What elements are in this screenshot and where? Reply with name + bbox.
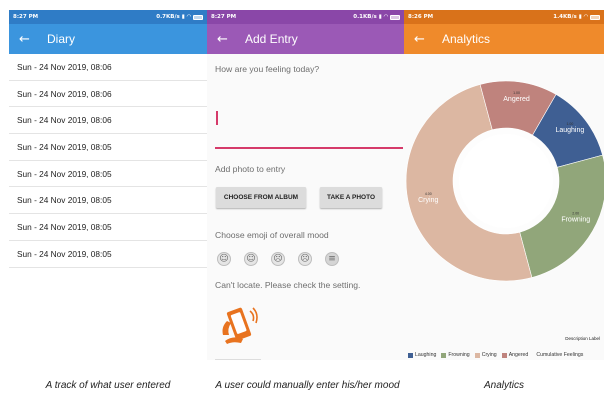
legend-item: Frowning [441, 352, 470, 358]
status-bar: 8:26 PM 1.4KB/s ▮ ◠ [404, 10, 604, 24]
add-photo-label: Add photo to entry [215, 164, 286, 174]
status-time: 8:26 PM [408, 14, 434, 20]
submit-button[interactable] [215, 359, 261, 360]
legend-title: Cumulative Feelings [536, 352, 584, 358]
donut-hole [459, 134, 553, 228]
analytics-caption: Analytics [483, 380, 524, 391]
back-arrow-icon[interactable]: ← [217, 32, 245, 47]
legend-item: Angered [501, 352, 528, 358]
mood-prompt: How are you feeling today? [215, 64, 320, 74]
diary-entry[interactable]: Sun - 24 Nov 2019, 08:05 [9, 187, 207, 215]
legend-item: Laughing [408, 352, 436, 358]
chart-description-label: Description Label [565, 336, 600, 341]
slice-value-label: 2.00 [572, 211, 579, 215]
battery-icon [390, 14, 400, 20]
emoji-prompt: Choose emoji of overall mood [215, 230, 329, 240]
page-title: Diary [47, 32, 76, 46]
location-status: Can't locate. Please check the setting. [215, 280, 361, 290]
slice-value-label: 4.00 [425, 192, 432, 196]
slice-category-label: Laughing [555, 127, 584, 134]
legend-swatch [474, 352, 480, 358]
app-bar: ← Add Entry [207, 24, 404, 54]
diary-screen: 8:27 PM 0.7KB/s ▮ ◠ ← Diary Sun - 24 Nov… [9, 10, 207, 360]
laughing-emoji-icon[interactable]: ☺ [217, 252, 231, 266]
back-arrow-icon[interactable]: ← [19, 32, 47, 47]
diary-list: Sun - 24 Nov 2019, 08:06 Sun - 24 Nov 20… [9, 54, 207, 268]
network-speed: 0.1KB/s [353, 14, 377, 20]
slice-category-label: Angered [503, 96, 530, 103]
slice-value-label: 1.00 [566, 122, 573, 126]
signal-icon: ▮ [578, 14, 582, 20]
emoji-row: ☺ ☺ ☹ ☹ ≡ [217, 252, 339, 266]
page-title: Add Entry [245, 32, 298, 46]
choose-from-album-button[interactable]: CHOOSE FROM ALBUM [216, 187, 306, 208]
battery-icon [193, 14, 203, 20]
add-entry-caption: A user could manually enter his/her mood [215, 380, 400, 391]
add-entry-screen: 8:27 PM 0.1KB/s ▮ ◠ ← Add Entry How are … [207, 10, 404, 360]
diary-entry[interactable]: Sun - 24 Nov 2019, 08:06 [9, 54, 207, 81]
analytics-screen: 8:26 PM 1.4KB/s ▮ ◠ ← Analytics 1.00 Laug… [404, 10, 604, 360]
signal-icon: ▮ [378, 14, 382, 20]
slice-category-label: Frowning [561, 216, 590, 223]
legend-item: Crying [474, 352, 497, 358]
page-title: Analytics [442, 32, 491, 46]
chart-legend: Laughing Frowning Crying Angered Cumulat… [408, 352, 583, 358]
take-photo-button[interactable]: TAKE A PHOTO [320, 187, 382, 208]
diary-entry[interactable]: Sun - 24 Nov 2019, 08:05 [9, 214, 207, 241]
diary-entry[interactable]: Sun - 24 Nov 2019, 08:06 [9, 81, 207, 108]
back-arrow-icon[interactable]: ← [414, 32, 442, 47]
legend-swatch [441, 352, 447, 358]
angry-emoji-icon[interactable]: ≡ [325, 252, 339, 266]
signal-icon: ▮ [181, 14, 185, 20]
battery-icon [590, 14, 600, 20]
diary-entry[interactable]: Sun - 24 Nov 2019, 08:05 [9, 134, 207, 161]
wifi-icon: ◠ [583, 14, 588, 20]
app-bar: ← Diary [9, 24, 207, 54]
network-speed: 0.7KB/s [156, 14, 180, 20]
legend-swatch [501, 352, 507, 358]
diary-entry[interactable]: Sun - 24 Nov 2019, 08:05 [9, 161, 207, 188]
legend-swatch [408, 352, 413, 358]
wifi-icon: ◠ [383, 14, 388, 20]
status-bar: 8:27 PM 0.7KB/s ▮ ◠ [9, 10, 207, 24]
crying-emoji-icon[interactable]: ☹ [298, 252, 312, 266]
wifi-icon: ◠ [186, 14, 191, 20]
app-bar: ← Analytics [404, 24, 604, 54]
network-speed: 1.4KB/s [553, 14, 577, 20]
diary-entry[interactable]: Sun - 24 Nov 2019, 08:06 [9, 107, 207, 135]
mood-text-input[interactable] [215, 147, 403, 149]
slice-category-label: Crying [418, 197, 438, 204]
status-time: 8:27 PM [13, 14, 39, 20]
diary-entry[interactable]: Sun - 24 Nov 2019, 08:05 [9, 241, 207, 268]
text-cursor [216, 111, 218, 125]
mood-donut-chart: 1.00 Laughing 2.00 Frowning 4.00 Crying 1.00 An… [404, 56, 604, 341]
smiling-emoji-icon[interactable]: ☺ [244, 252, 258, 266]
sad-emoji-icon[interactable]: ☹ [271, 252, 285, 266]
phone-location-icon[interactable] [217, 305, 261, 350]
diary-caption: A track of what user entered [45, 380, 171, 391]
status-bar: 8:27 PM 0.1KB/s ▮ ◠ [207, 10, 404, 24]
slice-value-label: 1.00 [513, 91, 520, 95]
status-time: 8:27 PM [211, 14, 237, 20]
